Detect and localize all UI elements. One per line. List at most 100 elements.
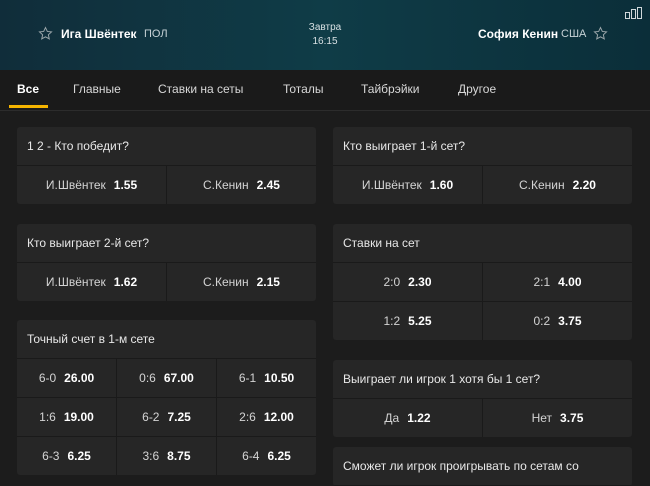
outcome-label: Да: [384, 411, 400, 425]
odds-button[interactable]: 1:6 19.00: [17, 398, 117, 436]
odds-value: 10.50: [264, 371, 295, 385]
match-header: Ига Швёнтек ПОЛ Завтра 16:15 София Кенин…: [0, 0, 650, 70]
odds-value: 1.55: [113, 178, 138, 192]
market-title: Сможет ли игрок проигрывать по сетам со: [333, 447, 632, 486]
player1-country: ПОЛ: [144, 28, 168, 40]
odds-value: 67.00: [163, 371, 194, 385]
odds-value: 3.75: [558, 314, 582, 328]
odds-button[interactable]: 2:0 2.30: [333, 263, 483, 301]
odds-button[interactable]: И.Швёнтек 1.60: [333, 166, 483, 204]
odds-button[interactable]: 6-3 6.25: [17, 437, 117, 475]
outcome-label: 0:2: [533, 314, 551, 328]
market-set1-winner: Кто выиграет 1-й сет? И.Швёнтек 1.60 С.Кени…: [333, 127, 632, 204]
odds-value: 2.15: [256, 275, 280, 289]
market-title: 1 2 - Кто победит?: [17, 127, 316, 166]
match-day: Завтра: [308, 22, 342, 33]
tab-all[interactable]: Все: [17, 82, 39, 96]
odds-value: 6.25: [267, 449, 291, 463]
odds-button[interactable]: С.Кенин 2.20: [483, 166, 632, 204]
odds-value: 2.45: [256, 178, 280, 192]
odds-button[interactable]: 0:6 67.00: [117, 359, 217, 397]
tab-tiebreaks[interactable]: Тайбрэйки: [361, 82, 420, 96]
odds-row: 1:6 19.00 6-2 7.25 2:6 12.00: [17, 398, 316, 437]
odds-row: 6-3 6.25 3:6 8.75 6-4 6.25: [17, 437, 316, 475]
market-title: Выиграет ли игрок 1 хотя бы 1 сет?: [333, 360, 632, 399]
tab-set-bets[interactable]: Ставки на сеты: [158, 82, 243, 96]
tab-main[interactable]: Главные: [73, 82, 121, 96]
tab-other[interactable]: Другое: [458, 82, 496, 96]
odds-value: 2.30: [408, 275, 432, 289]
favorite-star-icon[interactable]: [38, 26, 53, 41]
market-set-bets: Ставки на сет 2:0 2.30 2:1 4.00 1:2 5.25 0:2 3.7…: [333, 224, 632, 340]
market-set2-winner: Кто выиграет 2-й сет? И.Швёнтек 1.62 С.Кени…: [17, 224, 316, 301]
odds-value: 1.22: [407, 411, 431, 425]
odds-row: 2:0 2.30 2:1 4.00: [333, 263, 632, 302]
outcome-label: 6-0: [38, 371, 57, 385]
market-title: Ставки на сет: [333, 224, 632, 263]
outcome-label: 1:6: [39, 410, 56, 424]
outcome-label: И.Швёнтек: [45, 275, 106, 289]
active-tab-indicator: [9, 105, 48, 108]
odds-row: И.Швёнтек 1.60 С.Кенин 2.20: [333, 166, 632, 204]
outcome-label: 6-2: [142, 410, 160, 424]
odds-row: И.Швёнтек 1.55 С.Кенин 2.45: [17, 166, 316, 204]
odds-value: 8.75: [167, 449, 191, 463]
player2-name: София Кенин: [478, 27, 559, 41]
odds-row: И.Швёнтек 1.62 С.Кенин 2.15: [17, 263, 316, 301]
market-tabs: Все Главные Ставки на сеты Тоталы Тайбрэ…: [0, 70, 650, 111]
outcome-label: 2:0: [383, 275, 401, 289]
odds-button[interactable]: Да 1.22: [333, 399, 483, 437]
odds-value: 19.00: [63, 410, 94, 424]
market-player1-wins-set: Выиграет ли игрок 1 хотя бы 1 сет? Да 1.22…: [333, 360, 632, 437]
odds-button[interactable]: Нет 3.75: [483, 399, 632, 437]
odds-value: 1.62: [113, 275, 138, 289]
odds-value: 3.75: [560, 411, 584, 425]
odds-button[interactable]: И.Швёнтек 1.62: [17, 263, 167, 301]
tab-totals[interactable]: Тоталы: [283, 82, 323, 96]
market-title: Точный счет в 1-м сете: [17, 320, 316, 359]
odds-row: 1:2 5.25 0:2 3.75: [333, 302, 632, 340]
odds-button[interactable]: 3:6 8.75: [117, 437, 217, 475]
odds-value: 1.60: [429, 178, 454, 192]
odds-button[interactable]: И.Швёнтек 1.55: [17, 166, 167, 204]
outcome-label: С.Кенин: [519, 178, 565, 192]
odds-button[interactable]: 0:2 3.75: [483, 302, 632, 340]
odds-button[interactable]: 2:1 4.00: [483, 263, 632, 301]
odds-button[interactable]: 1:2 5.25: [333, 302, 483, 340]
odds-value: 12.00: [263, 410, 294, 424]
outcome-label: С.Кенин: [203, 275, 249, 289]
match-time: 16:15: [312, 36, 338, 47]
outcome-label: 3:6: [142, 449, 160, 463]
outcome-label: И.Швёнтек: [45, 178, 106, 192]
odds-row: Да 1.22 Нет 3.75: [333, 399, 632, 437]
odds-value: 5.25: [408, 314, 432, 328]
odds-value: 4.00: [558, 275, 582, 289]
odds-button[interactable]: С.Кенин 2.45: [167, 166, 316, 204]
outcome-label: Нет: [531, 411, 553, 425]
outcome-label: 2:6: [239, 410, 256, 424]
market-title: Кто выиграет 2-й сет?: [17, 224, 316, 263]
odds-button[interactable]: 6-4 6.25: [217, 437, 316, 475]
market-lose-sets: Сможет ли игрок проигрывать по сетам со: [333, 447, 632, 486]
favorite-star-icon[interactable]: [593, 26, 608, 41]
odds-value: 7.25: [167, 410, 191, 424]
outcome-label: 6-3: [42, 449, 60, 463]
outcome-label: 0:6: [139, 371, 156, 385]
odds-button[interactable]: 6-2 7.25: [117, 398, 217, 436]
outcome-label: С.Кенин: [203, 178, 249, 192]
odds-row: 6-0 26.00 0:6 67.00 6-1 10.50: [17, 359, 316, 398]
player1-name: Ига Швёнтек: [61, 27, 137, 41]
odds-button[interactable]: С.Кенин 2.15: [167, 263, 316, 301]
odds-button[interactable]: 6-0 26.00: [17, 359, 117, 397]
odds-value: 6.25: [67, 449, 91, 463]
odds-button[interactable]: 2:6 12.00: [217, 398, 316, 436]
stats-icon[interactable]: [625, 7, 643, 19]
outcome-label: 6-1: [238, 371, 257, 385]
market-title: Кто выиграет 1-й сет?: [333, 127, 632, 166]
outcome-label: 1:2: [383, 314, 401, 328]
odds-value: 2.20: [572, 178, 596, 192]
odds-button[interactable]: 6-1 10.50: [217, 359, 316, 397]
odds-value: 26.00: [64, 371, 95, 385]
outcome-label: 6-4: [242, 449, 260, 463]
market-exact-score-set1: Точный счет в 1-м сете 6-0 26.00 0:6 67.00 6-…: [17, 320, 316, 475]
